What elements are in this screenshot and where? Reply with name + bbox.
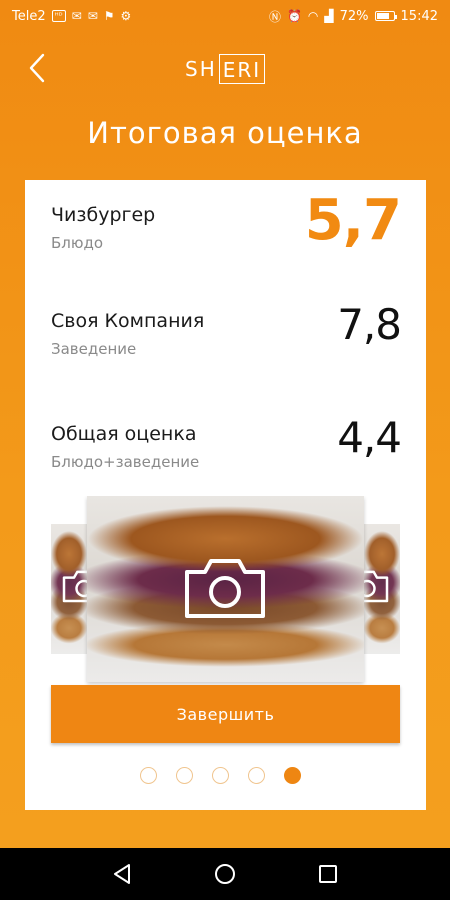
flag-icon: ⚑ — [103, 9, 115, 23]
app-logo: SH ERI — [185, 52, 266, 86]
nfc-icon: Ⓝ — [268, 9, 281, 24]
score-name: Чизбургер — [51, 204, 156, 226]
logo-text-boxed: ERI — [218, 54, 266, 84]
photo-carousel[interactable] — [25, 496, 426, 686]
score-row-dish: Чизбургер Блюдо 5,7 — [51, 188, 402, 274]
nav-recents-button[interactable] — [308, 854, 348, 894]
photo-main[interactable] — [87, 496, 364, 682]
nav-back-button[interactable] — [102, 854, 142, 894]
system-nav-bar — [0, 848, 450, 900]
status-left: Tele2 ᴴᴰ ✉ ✉ ⚑ ⚙ — [12, 9, 131, 24]
mail-icon: ✉ — [87, 9, 98, 23]
camera-icon — [364, 570, 389, 603]
back-button[interactable] — [22, 50, 52, 86]
camera-icon — [62, 570, 87, 603]
photo-thumbnail-right[interactable] — [364, 524, 400, 654]
pagination-dot[interactable] — [140, 767, 157, 784]
battery-fill — [376, 13, 389, 19]
score-value: 5,7 — [304, 188, 402, 253]
wifi-icon: ◠ — [307, 9, 319, 23]
summary-card: Чизбургер Блюдо 5,7 Своя Компания Заведе… — [25, 180, 426, 810]
triangle-back-icon — [113, 864, 130, 884]
score-subtitle: Блюдо+заведение — [51, 453, 200, 471]
circle-home-icon — [214, 864, 235, 884]
signal-icon: ▟ — [324, 9, 334, 23]
app-header: SH ERI — [0, 40, 450, 100]
chevron-left-icon — [29, 53, 45, 83]
carrier-label: Tele2 — [12, 8, 46, 24]
battery-percent: 72% — [339, 8, 369, 24]
battery-icon — [374, 11, 397, 21]
status-right: Ⓝ ⏰ ◠ ▟ 72% 15:42 — [269, 8, 438, 25]
pagination-dot[interactable] — [212, 767, 229, 784]
camera-icon — [185, 559, 265, 618]
message-icon: ✉ — [71, 9, 82, 23]
nav-home-button[interactable] — [205, 854, 245, 894]
logo-text-plain: SH — [185, 57, 217, 81]
volte-icon: ᴴᴰ — [51, 10, 66, 22]
score-name: Общая оценка — [51, 423, 197, 445]
score-value: 4,4 — [337, 413, 402, 462]
pagination-dot[interactable] — [248, 767, 265, 784]
finish-button[interactable]: Завершить — [51, 685, 400, 743]
pagination-dots — [140, 767, 301, 784]
page-title: Итоговая оценка — [87, 116, 363, 150]
score-subtitle: Блюдо — [51, 234, 104, 252]
square-recents-icon — [319, 865, 338, 883]
score-row-venue: Своя Компания Заведение 7,8 — [51, 300, 402, 380]
photo-thumbnail-left[interactable] — [51, 524, 87, 654]
score-subtitle: Заведение — [51, 340, 137, 358]
gear-icon: ⚙ — [120, 9, 132, 23]
score-name: Своя Компания — [51, 310, 205, 332]
clock: 15:42 — [400, 8, 438, 24]
alarm-icon: ⏰ — [286, 9, 302, 23]
score-value: 7,8 — [337, 300, 402, 349]
score-row-overall: Общая оценка Блюдо+заведение 4,4 — [51, 413, 402, 493]
status-bar: Tele2 ᴴᴰ ✉ ✉ ⚑ ⚙ Ⓝ ⏰ ◠ ▟ 72% 15:42 — [0, 0, 450, 32]
pagination-dot[interactable] — [284, 767, 301, 784]
pagination-dot[interactable] — [176, 767, 193, 784]
